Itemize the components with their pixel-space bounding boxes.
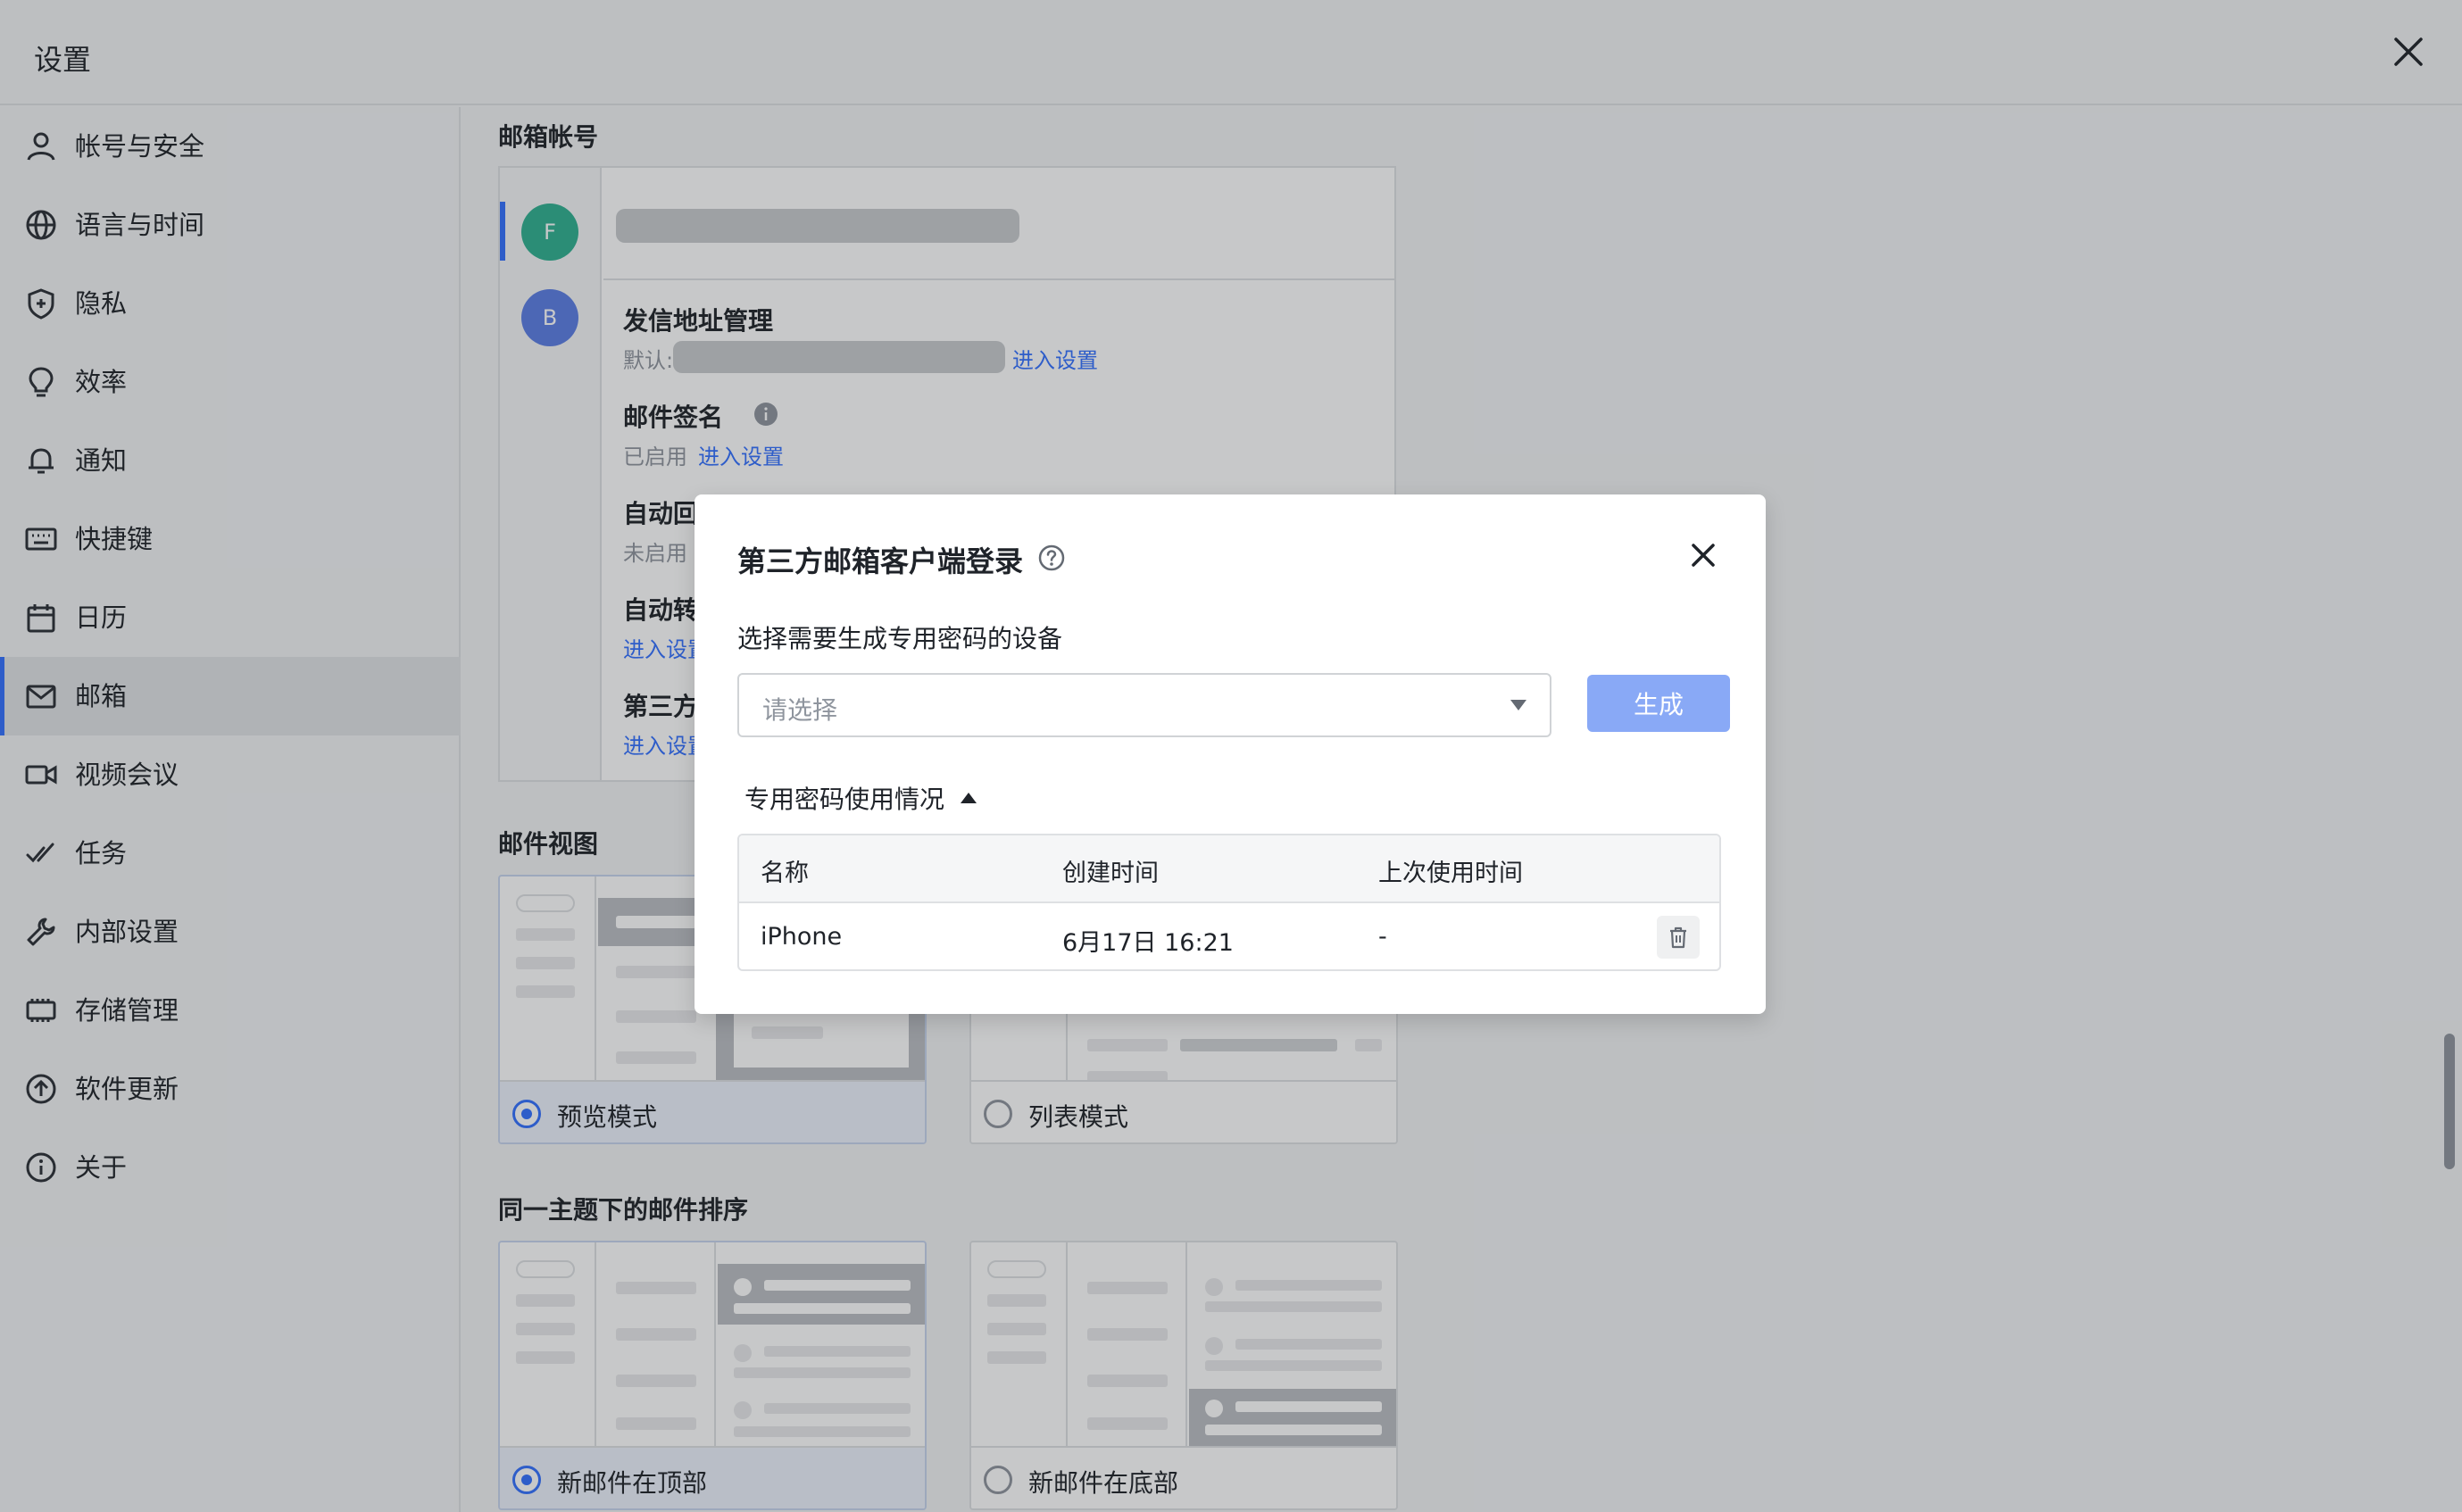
row-last-used: - xyxy=(1378,923,1387,951)
column-header-created: 创建时间 xyxy=(1062,860,1159,887)
device-select-placeholder: 请选择 xyxy=(762,695,838,725)
row-device-name: iPhone xyxy=(761,923,843,951)
password-usage-table: 名称 创建时间 上次使用时间 iPhone 6月17日 16:21 - xyxy=(737,834,1721,971)
password-usage-label: 专用密码使用情况 xyxy=(744,785,945,814)
caret-up-icon xyxy=(961,793,977,803)
row-created-time: 6月17日 16:21 xyxy=(1062,929,1234,957)
password-usage-toggle[interactable]: 专用密码使用情况 xyxy=(744,780,977,816)
generate-button[interactable]: 生成 xyxy=(1587,675,1730,732)
table-header xyxy=(739,835,1719,903)
delete-password-button[interactable] xyxy=(1657,916,1700,959)
third-party-client-login-dialog: 第三方邮箱客户端登录 选择需要生成专用密码的设备 请选择 生成 专用密码使用情况… xyxy=(695,494,1766,1014)
chevron-down-icon xyxy=(1510,700,1526,710)
column-header-name: 名称 xyxy=(761,860,809,887)
device-select[interactable]: 请选择 xyxy=(737,673,1551,737)
trash-icon xyxy=(1670,926,1686,949)
dialog-title: 第三方邮箱客户端登录 xyxy=(737,544,1024,578)
close-icon[interactable] xyxy=(1685,537,1721,573)
column-header-last-used: 上次使用时间 xyxy=(1378,860,1523,887)
help-icon[interactable] xyxy=(1037,544,1066,572)
device-select-label: 选择需要生成专用密码的设备 xyxy=(737,624,1063,653)
settings-window: 设置 帐号与安全 语言与时间 隐私 效率 通知 快捷键 日历 邮箱 视频会议 任… xyxy=(0,0,2462,1512)
